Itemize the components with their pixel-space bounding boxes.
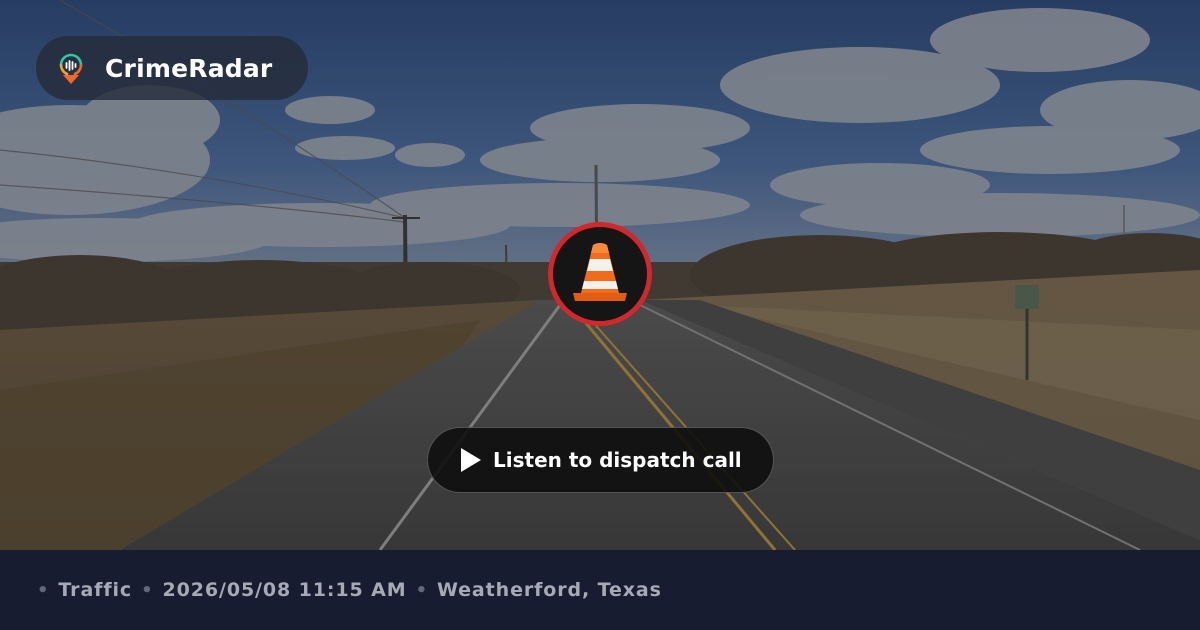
listen-dispatch-button[interactable]: Listen to dispatch call (427, 427, 774, 493)
incident-footer: • Traffic • 2026/05/08 11:15 AM • Weathe… (0, 550, 1200, 630)
separator-dot: • (141, 579, 154, 601)
separator-dot: • (415, 579, 428, 601)
traffic-cone-icon (573, 243, 627, 301)
incident-datetime: 2026/05/08 11:15 AM (162, 579, 407, 601)
share-card: CrimeRadar Listen to dispatch call • Tra… (0, 0, 1200, 630)
listen-button-label: Listen to dispatch call (493, 448, 742, 472)
incident-location: Weatherford, Texas (436, 579, 662, 601)
brand-pill[interactable]: CrimeRadar (36, 36, 308, 100)
incident-category: Traffic (58, 579, 133, 601)
brand-name: CrimeRadar (105, 53, 273, 83)
category-badge (548, 222, 652, 326)
radar-pin-icon (56, 51, 86, 85)
play-icon (461, 448, 481, 472)
separator-dot: • (37, 579, 50, 601)
